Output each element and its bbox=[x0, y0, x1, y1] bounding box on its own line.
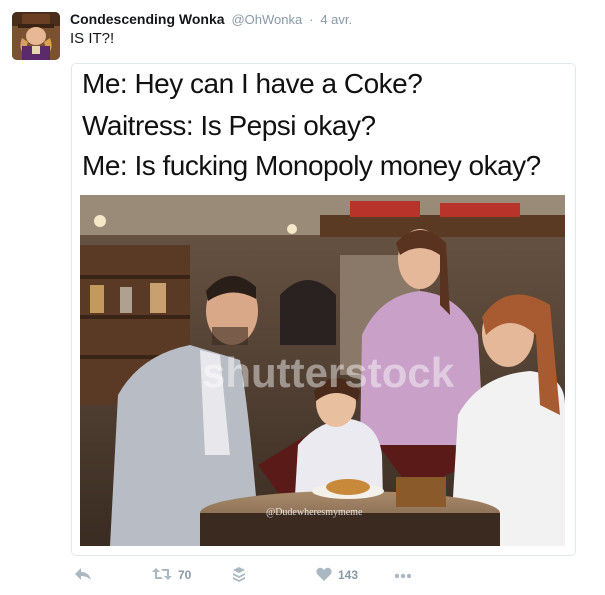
retweet-button[interactable]: 70 bbox=[152, 564, 191, 586]
tweet-text: IS IT?! bbox=[70, 30, 115, 47]
timestamp[interactable]: 4 avr. bbox=[320, 12, 352, 27]
meme-credit: @Dudewheresmymeme bbox=[266, 507, 363, 518]
author-name[interactable]: Condescending Wonka bbox=[70, 11, 225, 27]
tweet: Condescending Wonka @OhWonka · 4 avr. IS… bbox=[0, 0, 605, 595]
meme-line-3: Me: Is fucking Monopoly money okay? bbox=[82, 150, 541, 181]
media-card[interactable]: Me: Hey can I have a Coke? Waitress: Is … bbox=[71, 63, 576, 556]
reply-button[interactable] bbox=[74, 564, 92, 586]
avatar[interactable] bbox=[12, 12, 60, 60]
author-handle[interactable]: @OhWonka bbox=[231, 12, 302, 27]
collection-button[interactable] bbox=[232, 564, 246, 586]
meme-photo[interactable]: shutterstock @Dudewheresmymeme bbox=[80, 195, 565, 546]
more-icon bbox=[394, 568, 412, 582]
retweet-count: 70 bbox=[178, 568, 192, 582]
like-count: 143 bbox=[338, 568, 359, 582]
retweet-icon bbox=[152, 567, 172, 584]
separator: · bbox=[309, 12, 314, 27]
like-button[interactable]: 143 bbox=[316, 564, 358, 586]
reply-icon bbox=[74, 567, 92, 584]
stack-icon bbox=[232, 566, 246, 585]
meme-line-1: Me: Hey can I have a Coke? bbox=[82, 68, 423, 99]
tweet-header: Condescending Wonka @OhWonka · 4 avr. bbox=[70, 10, 352, 29]
meme-line-2: Waitress: Is Pepsi okay? bbox=[82, 110, 376, 141]
tweet-actions: 70 143 bbox=[70, 564, 510, 586]
heart-icon bbox=[316, 567, 332, 584]
watermark-text: shutterstock bbox=[202, 349, 455, 396]
more-button[interactable] bbox=[394, 564, 412, 586]
